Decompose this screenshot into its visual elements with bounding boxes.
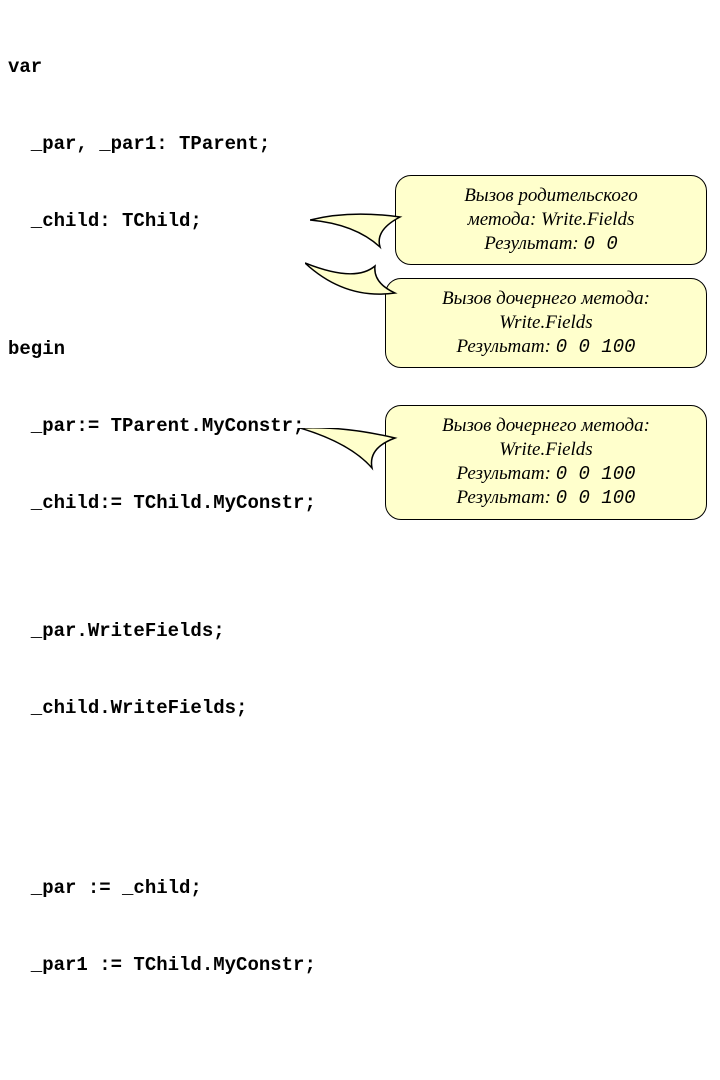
code-line: _child: TChild; — [8, 209, 316, 235]
callout-result: Результат: 0 0 — [406, 232, 696, 257]
result-label: Результат: — [456, 336, 551, 357]
code-block: var _par, _par1: TParent; _child: TChild… — [8, 4, 316, 1080]
callout-text: Вызов дочернего метода: — [396, 414, 696, 438]
result-label: Результат: — [484, 233, 579, 254]
code-line: _par:= TParent.MyConstr; — [8, 414, 316, 440]
code-line: var — [8, 55, 316, 81]
callout-text: Вызов родительского — [406, 184, 696, 208]
result-value: 0 0 100 — [556, 487, 636, 509]
code-line: begin — [8, 337, 316, 363]
callout-child-method-1: Вызов дочернего метода: Write.Fields Рез… — [385, 278, 707, 368]
code-line: _child:= TChild.MyConstr; — [8, 491, 316, 517]
callout-text: Вызов дочернего метода: — [396, 287, 696, 311]
callout-tail-icon — [305, 258, 400, 303]
callout-tail-icon — [310, 212, 405, 252]
callout-result: Результат: 0 0 100 — [396, 486, 696, 511]
code-line: _par1 := TChild.MyConstr; — [8, 953, 316, 979]
callout-text: Write.Fields — [396, 311, 696, 335]
callout-child-method-2: Вызов дочернего метода: Write.Fields Рез… — [385, 405, 707, 520]
callout-result: Результат: 0 0 100 — [396, 462, 696, 487]
result-label: Результат: — [456, 487, 551, 508]
slide-stage: var _par, _par1: TParent; _child: TChild… — [0, 0, 720, 540]
code-line: _child.WriteFields; — [8, 696, 316, 722]
callout-tail-icon — [300, 428, 400, 473]
result-value: 0 0 100 — [556, 463, 636, 485]
code-line: _par.WriteFields; — [8, 619, 316, 645]
callout-parent-method: Вызов родительского метода: Write.Fields… — [395, 175, 707, 265]
code-line: _par, _par1: TParent; — [8, 132, 316, 158]
callout-result: Результат: 0 0 100 — [396, 335, 696, 360]
callout-text: Write.Fields — [396, 438, 696, 462]
result-label: Результат: — [456, 463, 551, 484]
code-line: _par := _child; — [8, 876, 316, 902]
result-value: 0 0 — [584, 233, 618, 255]
result-value: 0 0 100 — [556, 336, 636, 358]
callout-text: метода: Write.Fields — [406, 208, 696, 232]
